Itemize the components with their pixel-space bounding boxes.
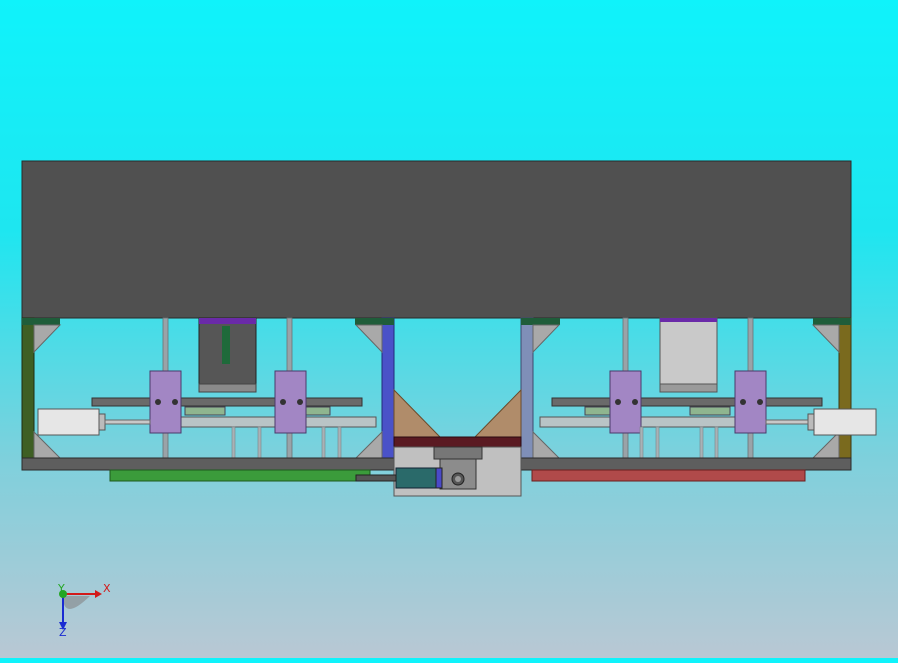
right-slide-green-2 [584,406,611,416]
right-rack [551,397,823,407]
center-right-gusset-top [532,324,561,354]
center-bracket [433,446,483,460]
left-center-block-cap [199,318,256,324]
triad-y-label: Y [58,582,65,595]
center-left-gusset-bottom [354,430,383,459]
left-slide-green [184,406,226,416]
hopper-left-wall [393,388,442,438]
right-center-block [659,317,718,385]
left-center-base [198,383,257,393]
right-outer-post [838,317,852,461]
center-right-post [520,317,534,461]
hopper-right-wall [473,388,522,438]
left-slide-green-2 [304,406,331,416]
hopper-plate [393,436,522,448]
center-left-gusset-top [354,324,383,354]
right-gusset-bottom [811,430,840,459]
left-base-plate [21,457,395,471]
left-rack [91,397,363,407]
coordinate-triad [59,590,102,630]
triad-z-label: Z [59,626,67,639]
cad-viewport[interactable]: X Y Z [0,0,898,658]
left-slide-plate [149,416,377,428]
right-slide-green [689,406,731,416]
top-plate [21,160,852,319]
right-gusset-top [811,324,840,354]
left-top-cap [22,318,60,325]
center-right-cap [521,318,560,325]
assembly-drawing [21,160,877,630]
right-cylinder [813,408,877,436]
right-center-block-cap [660,318,717,322]
right-bottom-rail [531,469,806,482]
center-right-gusset-bottom [532,430,561,459]
right-base-plate [520,457,852,471]
right-top-cap [813,318,851,325]
left-bottom-rail [109,469,371,482]
left-center-slot [222,326,230,364]
left-outer-post [21,317,35,461]
left-cylinder [37,408,100,436]
center-coupler [395,467,439,489]
right-slide-plate [539,416,767,428]
left-gusset-top [33,324,62,354]
center-left-cap [355,318,394,325]
right-center-base [659,383,718,393]
left-gusset-bottom [33,430,62,459]
center-left-post [381,317,395,461]
triad-x-label: X [103,582,111,595]
